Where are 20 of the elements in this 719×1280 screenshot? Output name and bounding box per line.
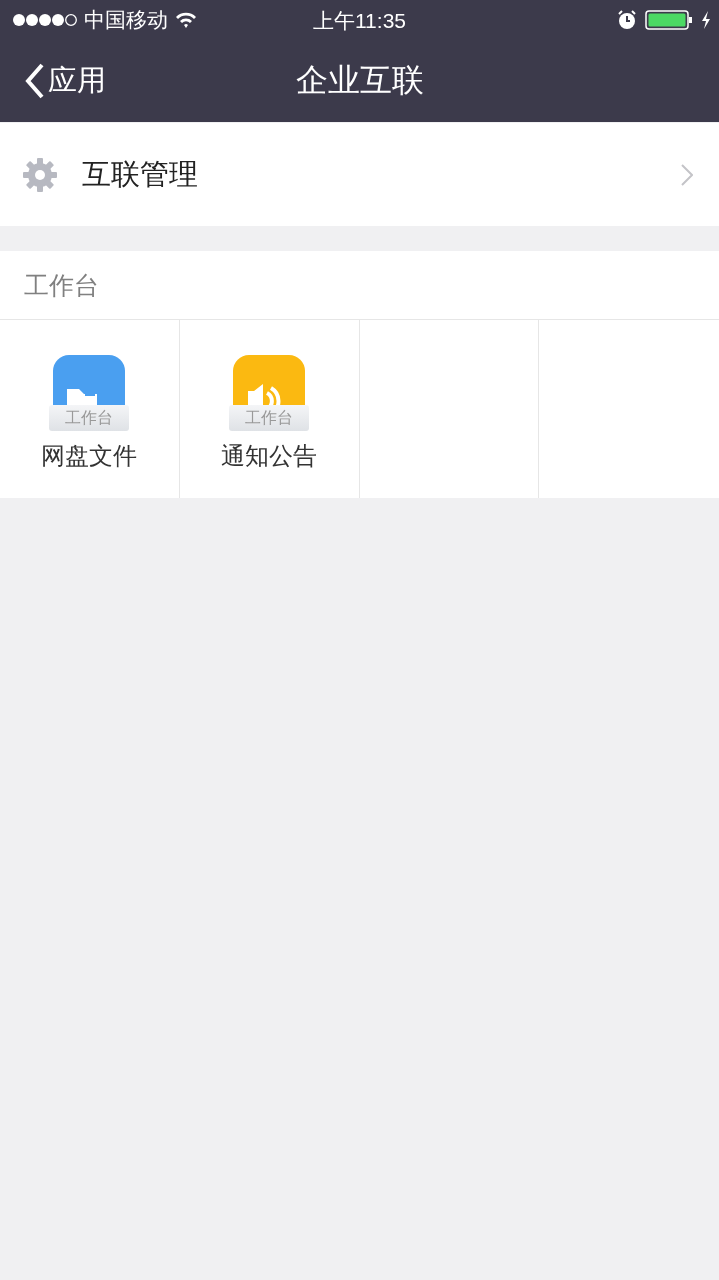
section-title: 工作台 — [24, 269, 99, 301]
signal-icon — [12, 13, 78, 27]
settings-row[interactable]: 互联管理 — [0, 123, 719, 226]
app-badge: 工作台 — [49, 405, 130, 431]
alarm-icon — [617, 10, 637, 30]
app-label[interactable]: 通知公告 — [221, 440, 318, 472]
gear-icon — [22, 156, 58, 193]
charging-icon — [701, 11, 711, 29]
battery-icon — [645, 10, 693, 30]
app-icon[interactable] — [233, 355, 306, 405]
carrier-name: 中国移动 — [84, 7, 168, 33]
chevron-icon — [681, 163, 693, 186]
back-chevron-icon — [24, 63, 46, 99]
app-icon[interactable] — [53, 355, 126, 405]
clock-time: 上午11:35 — [313, 8, 406, 34]
wifi-icon — [174, 11, 198, 29]
page-title: 企业互联 — [295, 61, 424, 100]
app-badge: 工作台 — [229, 405, 310, 431]
app-label[interactable]: 网盘文件 — [41, 440, 138, 472]
back-button[interactable]: 应用 — [24, 61, 106, 101]
